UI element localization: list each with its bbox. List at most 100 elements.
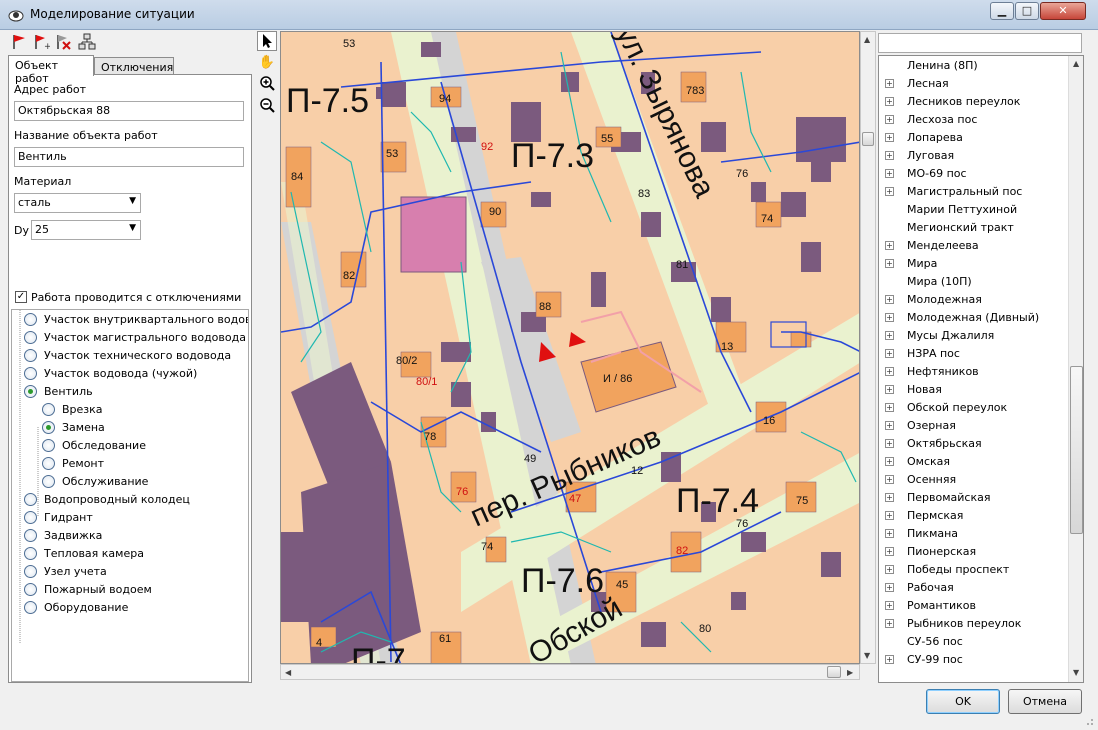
- chevron-down-icon: ▼: [129, 196, 136, 206]
- ok-button[interactable]: OK: [926, 689, 1000, 714]
- house-number: 80/1: [416, 376, 437, 388]
- expand-icon: +: [885, 403, 894, 412]
- zone-label: П-7: [351, 642, 406, 664]
- expand-icon: +: [885, 151, 894, 160]
- expand-icon: +: [885, 97, 894, 106]
- house-number: 74: [481, 541, 493, 553]
- network-nodes-icon[interactable]: [78, 33, 96, 51]
- house-number: 76: [736, 168, 748, 180]
- object-name-label: Название объекта работ: [14, 129, 158, 142]
- material-label: Материал: [14, 175, 72, 188]
- scroll-up-icon[interactable]: ▲: [864, 35, 870, 44]
- zone-label: П-7.4: [676, 482, 759, 520]
- scroll-thumb[interactable]: [827, 666, 841, 678]
- flag-add-icon[interactable]: +: [32, 33, 50, 51]
- material-select[interactable]: сталь ▼: [14, 193, 141, 213]
- flag-red-icon[interactable]: [10, 33, 28, 51]
- flag-delete-icon[interactable]: [54, 33, 72, 51]
- zoom-in-icon[interactable]: [257, 75, 277, 95]
- expand-icon: +: [885, 529, 894, 538]
- expand-icon: +: [885, 385, 894, 394]
- expand-icon: +: [885, 313, 894, 322]
- street-list-scrollbar[interactable]: ▲ ▼: [1068, 56, 1083, 682]
- shutdown-checkbox[interactable]: ✓: [15, 291, 27, 303]
- address-field[interactable]: Октябрьская 88: [14, 101, 244, 121]
- scroll-down-icon[interactable]: ▼: [1073, 668, 1079, 677]
- house-number: 80/2: [396, 355, 417, 367]
- house-number: 83: [638, 188, 650, 200]
- scroll-up-icon[interactable]: ▲: [1073, 59, 1079, 68]
- house-number: 4: [316, 637, 322, 649]
- house-number: 81: [676, 259, 688, 271]
- map-canvas[interactable]: П-7.5 П-7.3 П-7.4 П-7.6 П-7 ул. Зырянова…: [281, 32, 860, 664]
- expand-icon: +: [885, 655, 894, 664]
- dy-select[interactable]: 25 ▼: [31, 220, 141, 240]
- expand-icon: +: [885, 169, 894, 178]
- house-number: 88: [539, 301, 551, 313]
- expand-icon: +: [885, 457, 894, 466]
- map-horizontal-scrollbar[interactable]: ◀ ▶: [280, 664, 860, 680]
- maximize-button[interactable]: □: [1015, 2, 1039, 20]
- scroll-left-icon[interactable]: ◀: [285, 668, 291, 677]
- house-number: 78: [424, 431, 436, 443]
- close-button[interactable]: ✕: [1040, 2, 1086, 20]
- dy-label: Dy: [14, 224, 29, 237]
- scroll-down-icon[interactable]: ▼: [864, 651, 870, 660]
- house-number: 75: [796, 495, 808, 507]
- house-number: 49: [524, 453, 536, 465]
- resize-grip-icon[interactable]: [1084, 716, 1094, 726]
- object-type-tree: Участок внутриквартального водов Участок…: [11, 309, 249, 682]
- scroll-right-icon[interactable]: ▶: [847, 668, 853, 677]
- house-number: 94: [439, 93, 451, 105]
- street-list: Ленина (8П) + Лесная + Лесников переулок +…: [878, 55, 1084, 683]
- house-number: 80: [699, 623, 711, 635]
- house-number: 84: [291, 171, 303, 183]
- expand-icon: +: [885, 511, 894, 520]
- pan-hand-icon[interactable]: ✋: [257, 53, 277, 73]
- object-name-field[interactable]: Вентиль: [14, 147, 244, 167]
- expand-icon: +: [885, 241, 894, 250]
- expand-icon: +: [885, 367, 894, 376]
- expand-icon: +: [885, 439, 894, 448]
- house-number: 61: [439, 633, 451, 645]
- shutdown-checkbox-label: Работа проводится с отключениями: [31, 291, 242, 304]
- scroll-thumb[interactable]: [1070, 366, 1083, 534]
- zone-label: П-7.3: [511, 137, 594, 175]
- map-vertical-scrollbar[interactable]: ▲ ▼: [860, 31, 876, 664]
- house-number: 45: [616, 579, 628, 591]
- house-number: 16: [763, 415, 775, 427]
- house-number: 13: [721, 341, 733, 353]
- house-number: И / 86: [603, 373, 632, 385]
- right-panel: Ленина (8П) + Лесная + Лесников переулок +…: [878, 31, 1084, 683]
- street-search-input[interactable]: [878, 33, 1082, 53]
- tab-work-object[interactable]: Объект работ: [8, 55, 94, 85]
- pointer-icon[interactable]: [257, 31, 277, 51]
- expand-icon: +: [885, 295, 894, 304]
- map-view[interactable]: П-7.5 П-7.3 П-7.4 П-7.6 П-7 ул. Зырянова…: [280, 31, 860, 664]
- chevron-down-icon: ▼: [129, 223, 136, 233]
- expand-icon: +: [885, 493, 894, 502]
- svg-text:+: +: [44, 42, 50, 51]
- cancel-button[interactable]: Отмена: [1008, 689, 1082, 714]
- expand-icon: +: [885, 133, 894, 142]
- expand-icon: +: [885, 565, 894, 574]
- house-number: 82: [676, 545, 688, 557]
- tab-bar: Объект работ Отключения: [8, 55, 252, 85]
- tab-outages[interactable]: Отключения: [94, 57, 174, 75]
- house-number: 74: [761, 213, 773, 225]
- house-number: 90: [489, 206, 501, 218]
- house-number: 92: [481, 141, 493, 153]
- house-number: 82: [343, 270, 355, 282]
- scroll-thumb[interactable]: [862, 132, 874, 146]
- expand-icon: +: [885, 583, 894, 592]
- expand-icon: +: [885, 349, 894, 358]
- house-number: 12: [631, 465, 643, 477]
- zoom-out-icon[interactable]: [257, 97, 277, 117]
- expand-icon: +: [885, 79, 894, 88]
- work-object-panel: Адрес работ Октябрьская 88 Название объе…: [8, 74, 252, 683]
- expand-icon: +: [885, 601, 894, 610]
- dy-value: 25: [35, 223, 49, 236]
- minimize-button[interactable]: ▁: [990, 2, 1014, 20]
- zone-label: П-7.6: [521, 562, 604, 600]
- title-bar: Моделирование ситуации ▁ □ ✕: [0, 0, 1098, 30]
